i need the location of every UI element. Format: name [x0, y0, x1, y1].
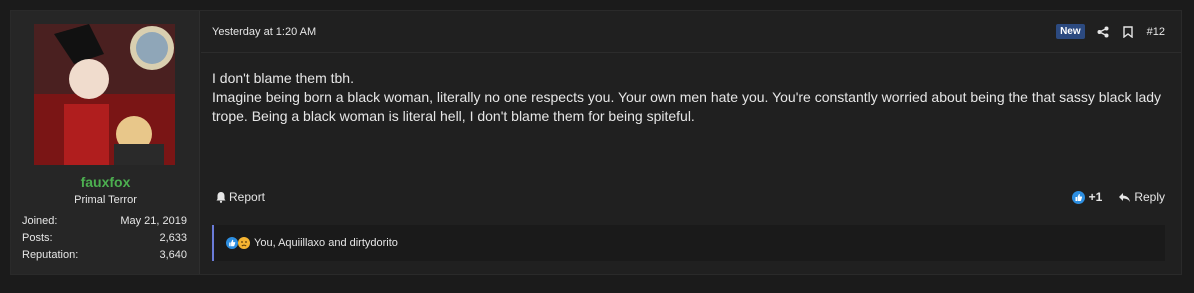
post-main: Yesterday at 1:20 AM New #12 I don't bla…	[201, 11, 1181, 274]
post-date[interactable]: Yesterday at 1:20 AM	[212, 26, 316, 38]
stat-joined: Joined: May 21, 2019	[22, 213, 187, 230]
post-line: Imagine being born a black woman, litera…	[212, 89, 1162, 124]
stat-label: Posts:	[22, 232, 53, 244]
reaction-icons	[226, 237, 250, 249]
stat-label: Reputation:	[22, 249, 79, 261]
react-button[interactable]: +1	[1071, 190, 1103, 204]
report-button[interactable]: Report	[215, 190, 265, 204]
like-icon	[226, 237, 238, 249]
bookmark-icon[interactable]	[1122, 25, 1135, 38]
bell-icon	[216, 192, 226, 203]
share-icon[interactable]	[1097, 25, 1110, 38]
reply-arrow-icon	[1119, 192, 1131, 202]
stat-label: Joined:	[22, 215, 58, 227]
username[interactable]: fauxfox	[11, 174, 200, 190]
user-stats: Joined: May 21, 2019 Posts: 2,633 Reputa…	[22, 213, 187, 264]
reactions-text[interactable]: You, Aquiillaxo and dirtydorito	[254, 237, 398, 249]
user-sidebar: fauxfox Primal Terror Joined: May 21, 20…	[11, 11, 200, 274]
stat-reputation: Reputation: 3,640	[22, 247, 187, 264]
sad-face-icon	[238, 237, 250, 249]
post-content: I don't blame them tbh. Imagine being bo…	[212, 69, 1167, 126]
post-header-actions: New #12	[1056, 24, 1165, 39]
post: fauxfox Primal Terror Joined: May 21, 20…	[10, 10, 1182, 275]
avatar[interactable]	[34, 24, 175, 165]
stat-value: 2,633	[159, 232, 187, 244]
stat-value: May 21, 2019	[120, 215, 187, 227]
react-count: +1	[1088, 190, 1103, 204]
reply-label: Reply	[1134, 190, 1165, 204]
like-icon	[1071, 190, 1085, 204]
new-badge: New	[1056, 24, 1085, 39]
post-number[interactable]: #12	[1147, 26, 1165, 38]
post-header: Yesterday at 1:20 AM New #12	[201, 11, 1181, 53]
user-title: Primal Terror	[74, 194, 137, 206]
reactions-bar[interactable]: You, Aquiillaxo and dirtydorito	[212, 225, 1165, 261]
stat-posts: Posts: 2,633	[22, 230, 187, 247]
post-footer: Report +1 Reply	[201, 188, 1181, 210]
stat-value: 3,640	[159, 249, 187, 261]
footer-actions: +1 Reply	[1071, 190, 1165, 204]
report-label: Report	[229, 190, 266, 204]
post-line: I don't blame them tbh.	[212, 70, 354, 86]
reply-button[interactable]: Reply	[1118, 190, 1165, 204]
